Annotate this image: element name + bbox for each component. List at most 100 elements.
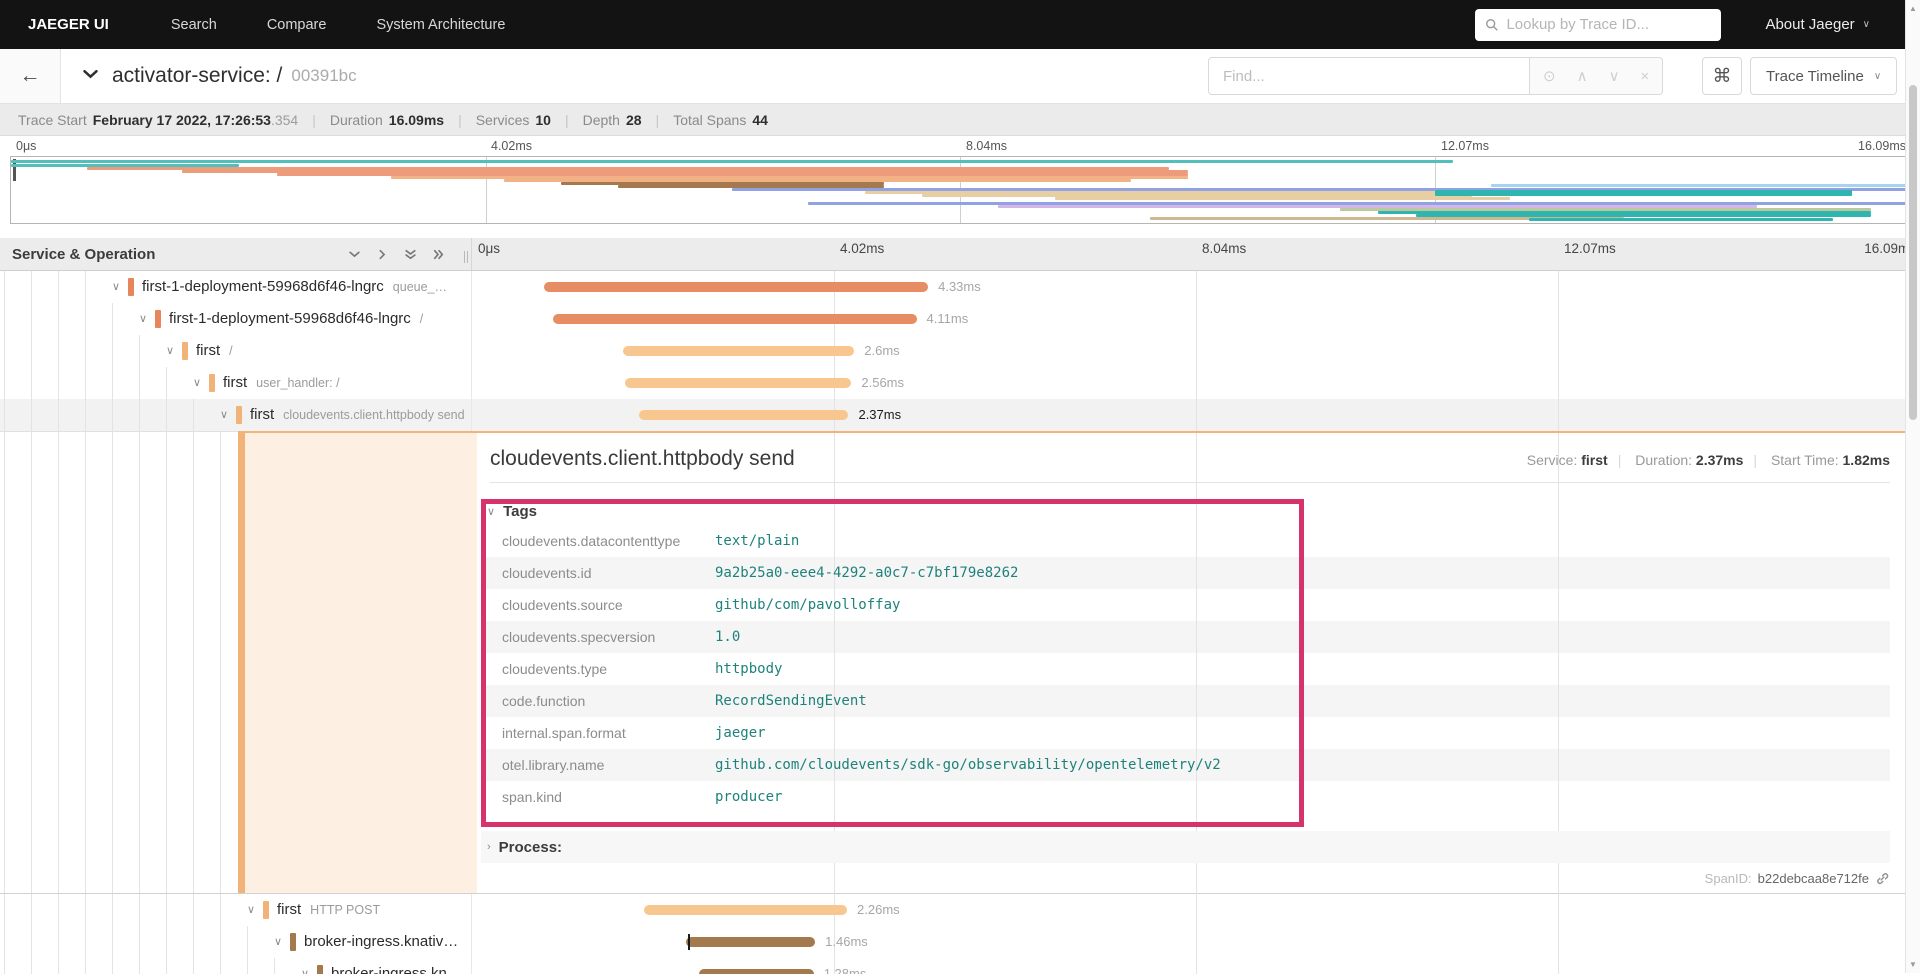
chevron-down-icon: ∨: [487, 505, 496, 518]
meta-label: Services: [475, 111, 530, 128]
chevron-down-icon: [83, 69, 98, 79]
span-name-cell[interactable]: ∨ first-1-deployment-59968d6f46-lngrc queu…: [0, 271, 472, 303]
minimap-span-segment: [1491, 184, 1909, 187]
span-bar-cell[interactable]: 2.26ms: [472, 894, 1920, 926]
minimap-span-segment: [11, 160, 1454, 163]
nav-item-compare[interactable]: Compare: [267, 17, 327, 33]
service-name-label: first: [250, 406, 275, 423]
span-duration-bar[interactable]: [638, 410, 849, 420]
back-button[interactable]: ←: [0, 49, 61, 103]
minimap-canvas[interactable]: [10, 156, 1910, 224]
service-name-label: first: [223, 374, 248, 391]
double-chevron-down-icon[interactable]: [404, 249, 417, 260]
span-duration-label: 4.33ms: [938, 279, 981, 294]
span-row[interactable]: ∨ broker-ingress.knativ… 1.46ms: [0, 926, 1920, 958]
trace-lookup-input[interactable]: Lookup by Trace ID...: [1475, 8, 1722, 41]
span-bar-cell[interactable]: 1.46ms: [472, 926, 1920, 958]
span-detail-content: cloudevents.client.httpbody send Service…: [477, 432, 1920, 893]
span-bar-cell[interactable]: 4.11ms: [472, 303, 1920, 335]
column-resizer-handle[interactable]: [464, 251, 468, 263]
indent-guides: [4, 432, 238, 893]
span-row[interactable]: ∨ first cloudevents.client.httpbody send 2.…: [0, 399, 1920, 431]
tag-row: span.kind producer: [481, 781, 1890, 813]
scrollbar-thumb[interactable]: [1909, 85, 1917, 420]
chevron-down-icon[interactable]: ∨: [1609, 67, 1620, 85]
span-service-name: first user_handler: /: [0, 367, 471, 399]
collapse-header-chevron[interactable]: [83, 67, 98, 85]
tag-value: producer: [715, 789, 783, 805]
nav-item-system-architecture[interactable]: System Architecture: [376, 17, 505, 33]
span-bar-cell[interactable]: 2.6ms: [472, 335, 1920, 367]
nav-item-search[interactable]: Search: [171, 17, 217, 33]
vertical-scrollbar[interactable]: ▲ ▼: [1905, 0, 1920, 973]
span-name-cell[interactable]: ∨ first /: [0, 335, 472, 367]
span-name-cell[interactable]: ∨ first cloudevents.client.httpbody send: [0, 399, 472, 431]
find-group: Find... ⊙ ∧ ∨ ×: [1208, 57, 1664, 95]
span-rows-bottom: ∨ first HTTP POST 2.26ms ∨ broker-ingress.kna…: [0, 894, 1920, 974]
scroll-up-arrow-icon[interactable]: ▲: [1906, 4, 1920, 13]
link-icon[interactable]: [1875, 871, 1890, 886]
self-time-tick: [688, 934, 691, 950]
span-name-cell[interactable]: ∨ first-1-deployment-59968d6f46-lngrc /: [0, 303, 472, 335]
chevron-right-icon[interactable]: [376, 249, 389, 260]
tag-key: span.kind: [502, 789, 562, 805]
span-duration-bar[interactable]: [644, 905, 848, 915]
app-logo[interactable]: JAEGER UI: [28, 16, 109, 33]
span-name-cell[interactable]: ∨ first user_handler: /: [0, 367, 472, 399]
tag-row: cloudevents.source github/com/pavolloffay: [481, 589, 1890, 621]
service-name-label: first: [196, 342, 221, 359]
span-duration-bar[interactable]: [622, 346, 855, 356]
span-duration-bar[interactable]: [625, 378, 852, 388]
service-name-label: first-1-deployment-59968d6f46-lngrc: [169, 310, 411, 327]
minimap-span-segment: [1054, 197, 1511, 200]
chevron-up-icon[interactable]: ∧: [1577, 67, 1588, 85]
tag-key: internal.span.format: [502, 725, 626, 741]
time-tick: 8.04ms: [1202, 241, 1247, 256]
meta-label: Trace Start: [18, 111, 87, 128]
span-row[interactable]: ∨ broker-ingress.kn… 1.28ms: [0, 958, 1920, 974]
trace-minimap[interactable]: 0μs 4.02ms 8.04ms 12.07ms 16.09ms: [0, 136, 1920, 224]
find-input[interactable]: Find...: [1208, 57, 1530, 95]
time-tick: 0μs: [16, 139, 37, 153]
span-service-name: first cloudevents.client.httpbody send: [0, 399, 471, 431]
span-bar-cell[interactable]: 1.28ms: [472, 958, 1920, 974]
span-name-cell[interactable]: ∨ broker-ingress.knativ…: [0, 926, 472, 958]
operation-name-label: HTTP POST: [310, 903, 381, 917]
tags-section-toggle[interactable]: ∨ Tags: [481, 497, 1890, 525]
keyboard-shortcuts-button[interactable]: ⌘: [1702, 57, 1742, 95]
span-row[interactable]: ∨ first HTTP POST 2.26ms: [0, 894, 1920, 926]
span-bar-cell[interactable]: 4.33ms: [472, 271, 1920, 303]
tag-value: github.com/cloudevents/sdk-go/observabil…: [715, 757, 1221, 773]
span-duration-bar[interactable]: [699, 969, 814, 974]
span-duration-label: 2.6ms: [864, 343, 900, 358]
span-row[interactable]: ∨ first user_handler: /2.56ms: [0, 367, 1920, 399]
span-name-cell[interactable]: ∨ broker-ingress.kn…: [0, 958, 472, 974]
clear-icon[interactable]: ×: [1641, 68, 1650, 85]
double-chevron-right-icon[interactable]: [432, 249, 445, 260]
span-bar-cell[interactable]: 2.56ms: [472, 367, 1920, 399]
back-arrow-icon: ←: [19, 64, 41, 87]
command-icon: ⌘: [1712, 65, 1732, 87]
scroll-down-arrow-icon[interactable]: ▼: [1906, 960, 1920, 969]
chevron-down-icon[interactable]: [348, 249, 361, 260]
span-service-name: first-1-deployment-59968d6f46-lngrc /: [0, 303, 471, 335]
time-tick: 12.07ms: [1564, 241, 1616, 256]
span-name-cell[interactable]: ∨ first HTTP POST: [0, 894, 472, 926]
start-time-value: 1.82ms: [1842, 452, 1890, 468]
about-jaeger-menu[interactable]: About Jaeger ∨: [1765, 16, 1870, 33]
chevron-down-icon: ∨: [1873, 70, 1882, 82]
span-duration-bar[interactable]: [686, 937, 816, 947]
time-tick: 12.07ms: [1441, 139, 1489, 153]
focus-icon[interactable]: ⊙: [1543, 67, 1556, 85]
tag-row: cloudevents.id 9a2b25a0-eee4-4292-a0c7-c7…: [481, 557, 1890, 589]
span-row[interactable]: ∨ first-1-deployment-59968d6f46-lngrc/4.1…: [0, 303, 1920, 335]
span-bar-cell[interactable]: 2.37ms: [472, 399, 1920, 431]
span-rows-top: ∨ first-1-deployment-59968d6f46-lngrc queu…: [0, 271, 1920, 431]
tag-value: RecordSendingEvent: [715, 693, 867, 709]
trace-view-selector[interactable]: Trace Timeline ∨: [1750, 57, 1898, 95]
span-row[interactable]: ∨ first/2.6ms: [0, 335, 1920, 367]
process-section-toggle[interactable]: › Process:: [481, 831, 1890, 863]
span-row[interactable]: ∨ first-1-deployment-59968d6f46-lngrc queu…: [0, 271, 1920, 303]
span-duration-bar[interactable]: [544, 282, 929, 292]
span-duration-bar[interactable]: [553, 314, 917, 324]
